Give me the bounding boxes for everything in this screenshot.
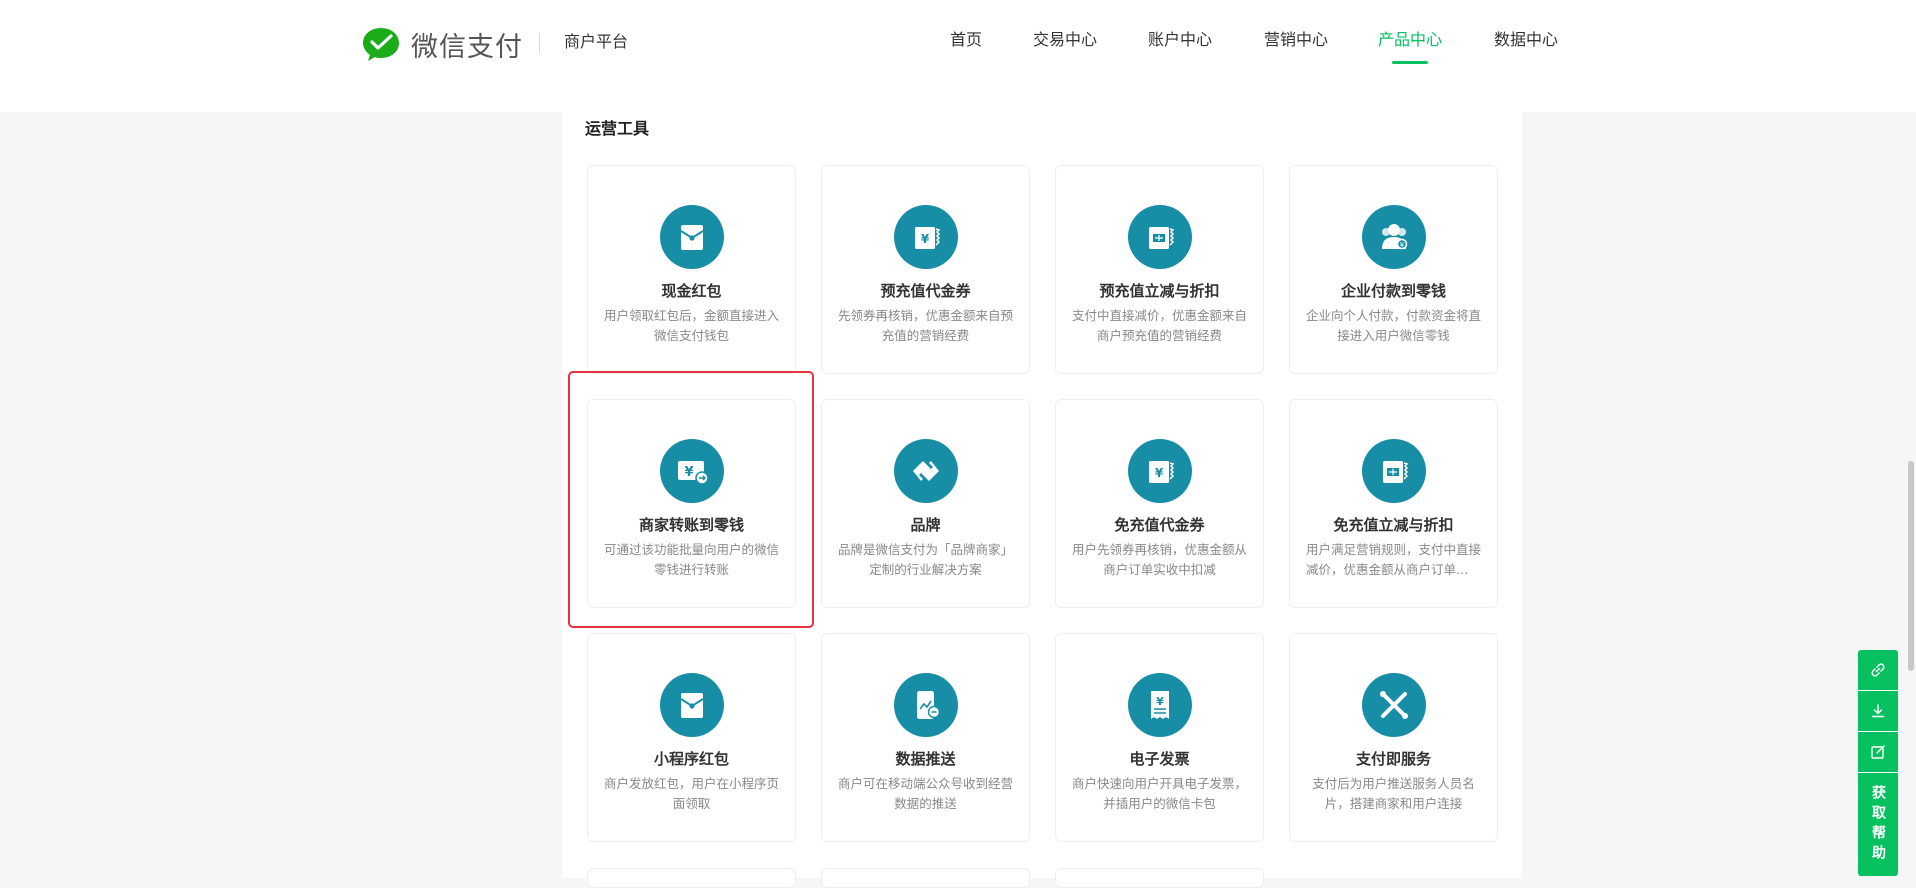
yuan-coupon-icon: ¥ — [894, 205, 958, 269]
card-title: 预充值代金券 — [880, 282, 971, 300]
product-card-enterprise-payment[interactable]: ¥ 企业付款到零钱 企业向个人付款，付款资金将直接进入用户微信零钱 — [1289, 165, 1498, 374]
nav-active-indicator — [1392, 61, 1428, 64]
card-title: 免充值立减与折扣 — [1333, 516, 1454, 534]
merchant-transfer-icon: ¥ — [660, 439, 724, 503]
product-card-data-push[interactable]: 数据推送 商户可在移动端公众号收到经营数据的推送 — [821, 633, 1030, 842]
section-title: 运营工具 — [585, 119, 650, 138]
link-icon — [1871, 663, 1885, 677]
product-card-prepaid-discount[interactable]: 预充值立减与折扣 支付中直接减价，优惠金额来自商户预充值的营销经费 — [1055, 165, 1264, 374]
download-icon — [1871, 704, 1885, 718]
card-description: 用户满足营销规则，支付中直接减价，优惠金额从商户订单实收中扣减 — [1306, 542, 1481, 577]
discount-coupon-icon — [1128, 205, 1192, 269]
card-title: 数据推送 — [895, 750, 956, 768]
card-description: 支付中直接减价，优惠金额来自商户预充值的营销经费 — [1072, 308, 1247, 343]
feedback-button[interactable] — [1858, 732, 1898, 772]
card-description: 先领券再核销，优惠金额来自预充值的营销经费 — [838, 308, 1013, 343]
platform-label: 商户平台 — [564, 32, 629, 51]
data-push-icon — [894, 673, 958, 737]
card-description: 用户先领券再核销，优惠金额从商户订单实收中扣减 — [1072, 542, 1247, 577]
card-description: 商户快速向用户开具电子发票，并插用户的微信卡包 — [1072, 776, 1247, 811]
red-packet-icon — [660, 205, 724, 269]
brand-icon — [894, 439, 958, 503]
logo-divider — [539, 33, 540, 53]
enterprise-payment-icon: ¥ — [1362, 205, 1426, 269]
top-header: 微信支付 商户平台 首页 交易中心 账户中心 营销中心 产品中心 数据中心 — [0, 0, 1916, 112]
product-card-cash-red-packet[interactable]: 现金红包 用户领取红包后，金额直接进入微信支付钱包 — [587, 165, 796, 374]
nav-item-marketing-center[interactable]: 营销中心 — [1264, 28, 1328, 52]
edit-icon — [1871, 745, 1885, 759]
card-title: 预充值立减与折扣 — [1099, 282, 1220, 300]
scrollbar-thumb[interactable] — [1908, 461, 1914, 671]
product-card-partial[interactable] — [587, 868, 796, 888]
card-title: 小程序红包 — [653, 750, 729, 768]
wechat-pay-logo-icon — [363, 28, 399, 61]
nav-item-product-center[interactable]: 产品中心 — [1378, 28, 1442, 52]
logo-text: 微信支付 — [411, 31, 523, 63]
card-title: 现金红包 — [661, 282, 722, 300]
card-description: 支付后为用户推送服务人员名片，搭建商家和用户连接 — [1312, 776, 1475, 811]
svg-text:¥: ¥ — [1156, 695, 1164, 708]
svg-text:¥: ¥ — [921, 232, 930, 246]
invoice-icon: ¥ — [1128, 673, 1192, 737]
card-description: 企业向个人付款，付款资金将直接进入用户微信零钱 — [1306, 308, 1481, 343]
product-card-merchant-transfer[interactable]: ¥ 商家转账到零钱 可通过该功能批量向用户的微信零钱进行转账 — [587, 399, 796, 608]
product-card-partial[interactable] — [1055, 868, 1264, 888]
nav-item-data-center[interactable]: 数据中心 — [1494, 28, 1558, 52]
product-card-free-discount[interactable]: 免充值立减与折扣 用户满足营销规则，支付中直接减价，优惠金额从商户订单实收中扣减 — [1289, 399, 1498, 608]
discount-coupon-icon — [1362, 439, 1426, 503]
product-card-prepaid-coupon[interactable]: ¥ 预充值代金券 先领券再核销，优惠金额来自预充值的营销经费 — [821, 165, 1030, 374]
product-card-miniprogram-red-packet[interactable]: 小程序红包 商户发放红包，用户在小程序页面领取 — [587, 633, 796, 842]
product-card-e-invoice[interactable]: ¥ 电子发票 商户快速向用户开具电子发票，并插用户的微信卡包 — [1055, 633, 1264, 842]
nav-item-account-center[interactable]: 账户中心 — [1148, 28, 1212, 52]
card-title: 电子发票 — [1129, 750, 1190, 768]
yuan-coupon-icon: ¥ — [1128, 439, 1192, 503]
wechat-pay-logo[interactable]: 微信支付 — [361, 24, 523, 64]
service-icon — [1362, 673, 1426, 737]
card-title: 商家转账到零钱 — [638, 516, 744, 534]
product-card-pay-as-service[interactable]: 支付即服务 支付后为用户推送服务人员名片，搭建商家和用户连接 — [1289, 633, 1498, 842]
floating-toolbar: 获取帮助 — [1858, 650, 1898, 876]
product-card-free-coupon[interactable]: ¥ 免充值代金券 用户先领券再核销，优惠金额从商户订单实收中扣减 — [1055, 399, 1264, 608]
card-description: 可通过该功能批量向用户的微信零钱进行转账 — [604, 542, 779, 577]
nav-item-trade-center[interactable]: 交易中心 — [1033, 28, 1097, 52]
card-title: 品牌 — [910, 516, 941, 534]
card-title: 企业付款到零钱 — [1340, 282, 1446, 300]
card-title: 免充值代金券 — [1114, 516, 1205, 534]
nav-item-home[interactable]: 首页 — [950, 28, 982, 52]
svg-text:¥: ¥ — [1155, 466, 1164, 480]
card-description: 商户可在移动端公众号收到经营数据的推送 — [838, 776, 1013, 811]
svg-text:¥: ¥ — [684, 465, 693, 480]
red-packet-icon — [660, 673, 724, 737]
link-button[interactable] — [1858, 650, 1898, 690]
get-help-button[interactable]: 获取帮助 — [1858, 773, 1898, 876]
card-title: 支付即服务 — [1355, 750, 1431, 768]
card-description: 用户领取红包后，金额直接进入微信支付钱包 — [604, 308, 779, 343]
card-description: 品牌是微信支付为「品牌商家」定制的行业解决方案 — [838, 542, 1013, 577]
product-card-partial[interactable] — [821, 868, 1030, 888]
product-card-brand[interactable]: 品牌 品牌是微信支付为「品牌商家」定制的行业解决方案 — [821, 399, 1030, 608]
card-description: 商户发放红包，用户在小程序页面领取 — [604, 776, 779, 811]
download-button[interactable] — [1858, 691, 1898, 731]
svg-text:¥: ¥ — [1400, 241, 1405, 249]
